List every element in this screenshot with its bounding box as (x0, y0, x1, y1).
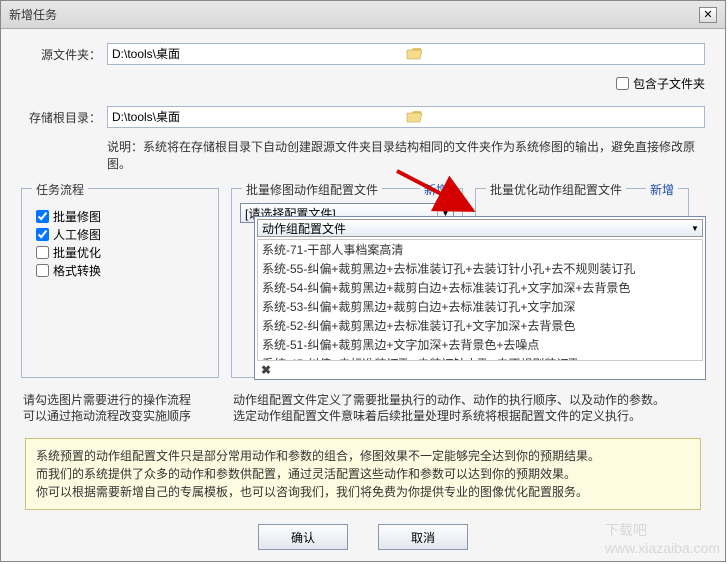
source-label: 源文件夹： (21, 46, 101, 63)
dropdown-item[interactable]: 系统-53-纠偏+裁剪黑边+裁剪白边+去标准装订孔+文字加深 (258, 297, 702, 316)
task-item[interactable]: 格式转换 (36, 261, 204, 279)
opt-add-link[interactable]: 新增 (646, 181, 678, 198)
root-input[interactable]: D:\tools\桌面 (107, 106, 705, 128)
dropdown-item[interactable]: 系统-52-纠偏+裁剪黑边+去标准装订孔+文字加深+去背景色 (258, 316, 702, 335)
folder-open-icon[interactable] (406, 46, 700, 62)
task-item[interactable]: 人工修图 (36, 225, 204, 243)
dropdown-item[interactable]: 系统-45-纠偏+去标准装订孔+去装订针小孔+去不规则装订孔 (258, 354, 702, 361)
ok-button[interactable]: 确认 (258, 524, 348, 550)
task-item[interactable]: 批量优化 (36, 243, 204, 261)
cancel-button[interactable]: 取消 (378, 524, 468, 550)
watermark: 下载吧www.xiazaiba.com (605, 520, 720, 556)
description-text: 说明：系统将在存储根目录下自动创建跟源文件夹目录结构相同的文件夹作为系统修图的输… (21, 138, 705, 172)
info-box: 系统预置的动作组配置文件只是部分常用动作和参数的组合，修图效果不一定能够完全达到… (25, 438, 701, 510)
dropdown-list[interactable]: 系统-71-干部人事档案高清系统-55-纠偏+裁剪黑边+去标准装订孔+去装订针小… (257, 239, 703, 361)
mod-config-title: 批量修图动作组配置文件 (242, 181, 382, 198)
close-icon[interactable]: ✕ (699, 7, 717, 23)
dropdown-close-icon[interactable]: ✖ (255, 363, 705, 379)
task-item[interactable]: 批量修图 (36, 207, 204, 225)
source-input[interactable]: D:\tools\桌面 (107, 43, 705, 65)
include-subfolder-checkbox[interactable]: 包含子文件夹 (616, 75, 705, 92)
config-dropdown[interactable]: 动作组配置文件 ▼ 系统-71-干部人事档案高清系统-55-纠偏+裁剪黑边+去标… (254, 216, 706, 380)
dropdown-item[interactable]: 系统-71-干部人事档案高清 (258, 240, 702, 259)
titlebar: 新增任务 ✕ (1, 1, 725, 29)
mod-add-link[interactable]: 新增 (420, 181, 452, 198)
window-title: 新增任务 (9, 6, 699, 23)
config-hint: 动作组配置文件定义了需要批量执行的动作、动作的执行顺序、以及动作的参数。选定动作… (231, 392, 705, 424)
dropdown-item[interactable]: 系统-51-纠偏+裁剪黑边+文字加深+去背景色+去噪点 (258, 335, 702, 354)
task-flow-title: 任务流程 (32, 181, 88, 198)
dropdown-item[interactable]: 系统-55-纠偏+裁剪黑边+去标准装订孔+去装订针小孔+去不规则装订孔 (258, 259, 702, 278)
chevron-down-icon[interactable]: ▼ (688, 224, 702, 233)
root-label: 存储根目录： (21, 109, 101, 126)
opt-config-title: 批量优化动作组配置文件 (486, 181, 626, 198)
folder-open-icon[interactable] (406, 109, 700, 125)
task-flow-hint: 请勾选图片需要进行的操作流程可以通过拖动流程改变实施顺序 (21, 392, 219, 424)
dropdown-header[interactable]: 动作组配置文件 ▼ (257, 219, 703, 237)
task-flow-panel: 任务流程 批量修图人工修图批量优化格式转换 (21, 188, 219, 378)
dropdown-item[interactable]: 系统-54-纠偏+裁剪黑边+裁剪白边+去标准装订孔+文字加深+去背景色 (258, 278, 702, 297)
